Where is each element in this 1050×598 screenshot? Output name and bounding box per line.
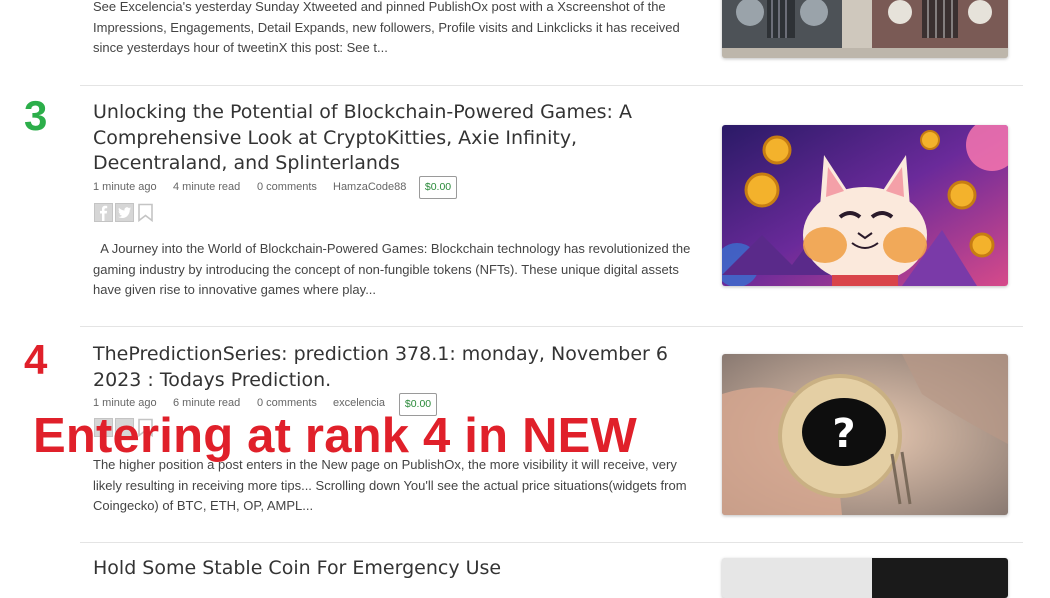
post-time: 1 minute ago [93,397,157,409]
post-divider [80,542,1023,543]
post-thumbnail[interactable]: ? [722,354,1008,515]
rank-number: 3 [24,92,48,139]
post-thumbnail[interactable] [722,0,1008,58]
post-author[interactable]: HamzaCode88 [333,181,406,193]
post-title[interactable]: Hold Some Stable Coin For Emergency Use [93,556,703,582]
share-bar [94,203,155,222]
svg-text:?: ? [832,411,855,457]
post-read-time: 6 minute read [173,397,241,409]
post-comments[interactable]: 0 comments [257,397,317,409]
post-read-time: 4 minute read [173,181,241,193]
post-time: 1 minute ago [93,181,157,193]
rank-number: 4 [24,336,48,383]
post-excerpt[interactable]: A Journey into the World of Blockchain-P… [93,239,698,301]
post-title[interactable]: ThePredictionSeries: prediction 378.1: m… [93,342,703,393]
post-thumbnail[interactable] [722,558,1008,598]
overlay-annotation: Entering at rank 4 in NEW [33,409,637,463]
post-thumbnail[interactable] [722,125,1008,286]
twitter-share-icon[interactable] [115,203,134,222]
question-coin-hand-image: ? [722,354,1008,515]
facebook-share-icon[interactable] [94,203,113,222]
post-author[interactable]: excelencia [333,397,385,409]
dark-image [722,558,1008,598]
tips-badge[interactable]: $0.00 [419,176,457,199]
cartoon-cat-coins-image [722,125,1008,286]
vintage-cars-image [722,0,1008,58]
post-item: See Excelencia's yesterday Sunday Xtweet… [0,0,1050,86]
bookmark-icon[interactable] [136,203,155,222]
post-excerpt[interactable]: The higher position a post enters in the… [93,455,698,517]
post-divider [80,326,1023,327]
post-comments[interactable]: 0 comments [257,181,317,193]
post-title[interactable]: Unlocking the Potential of Blockchain-Po… [93,100,703,177]
post-excerpt[interactable]: See Excelencia's yesterday Sunday Xtweet… [93,0,698,59]
post-divider [80,85,1023,86]
